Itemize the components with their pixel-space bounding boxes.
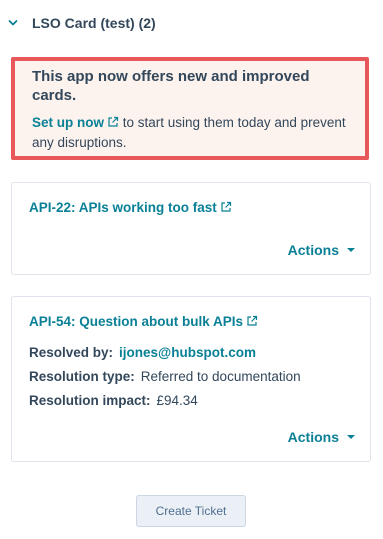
ticket-title-link[interactable]: API-54: Question about bulk APIs <box>29 314 258 329</box>
ticket-title: API-54: Question about bulk APIs <box>29 314 244 329</box>
ticket-title-link[interactable]: API-22: APIs working too fast <box>29 200 232 215</box>
actions-dropdown[interactable]: Actions <box>288 242 355 258</box>
alert-body: Set up now to start using them today and… <box>32 113 349 153</box>
ticket-card: API-54: Question about bulk APIs Resolve… <box>11 296 371 462</box>
field-label: Resolved by: <box>29 345 114 360</box>
create-ticket-button[interactable]: Create Ticket <box>136 495 246 527</box>
actions-label: Actions <box>287 429 339 445</box>
caret-down-icon <box>347 435 355 439</box>
ticket-title: API-22: APIs working too fast <box>29 200 217 215</box>
caret-down-icon <box>347 248 355 252</box>
resolution-type-field: Resolution type: Referred to documentatio… <box>29 369 301 384</box>
external-link-icon <box>220 201 232 213</box>
chevron-down-icon <box>8 18 18 28</box>
setup-now-label: Set up now <box>32 115 104 130</box>
resolved-by-field: Resolved by: ijones@hubspot.com <box>29 345 256 360</box>
section-header-toggle[interactable]: LSO Card (test) (2) <box>8 12 156 34</box>
actions-dropdown[interactable]: Actions <box>288 429 355 445</box>
upgrade-alert: This app now offers new and improved car… <box>11 57 369 160</box>
external-link-icon <box>107 114 119 127</box>
field-label: Resolution impact: <box>29 393 151 408</box>
ticket-card: API-22: APIs working too fast Actions <box>11 182 371 275</box>
section-title: LSO Card (test) (2) <box>32 15 156 31</box>
actions-label: Actions <box>287 242 339 258</box>
resolved-by-email-link[interactable]: ijones@hubspot.com <box>119 345 256 360</box>
field-label: Resolution type: <box>29 369 135 384</box>
setup-now-link[interactable]: Set up now <box>32 115 119 130</box>
alert-title: This app now offers new and improved car… <box>32 68 310 104</box>
field-value: £94.34 <box>156 393 198 408</box>
field-value: Referred to documentation <box>140 369 301 384</box>
external-link-icon <box>246 315 258 327</box>
resolution-impact-field: Resolution impact: £94.34 <box>29 393 198 408</box>
